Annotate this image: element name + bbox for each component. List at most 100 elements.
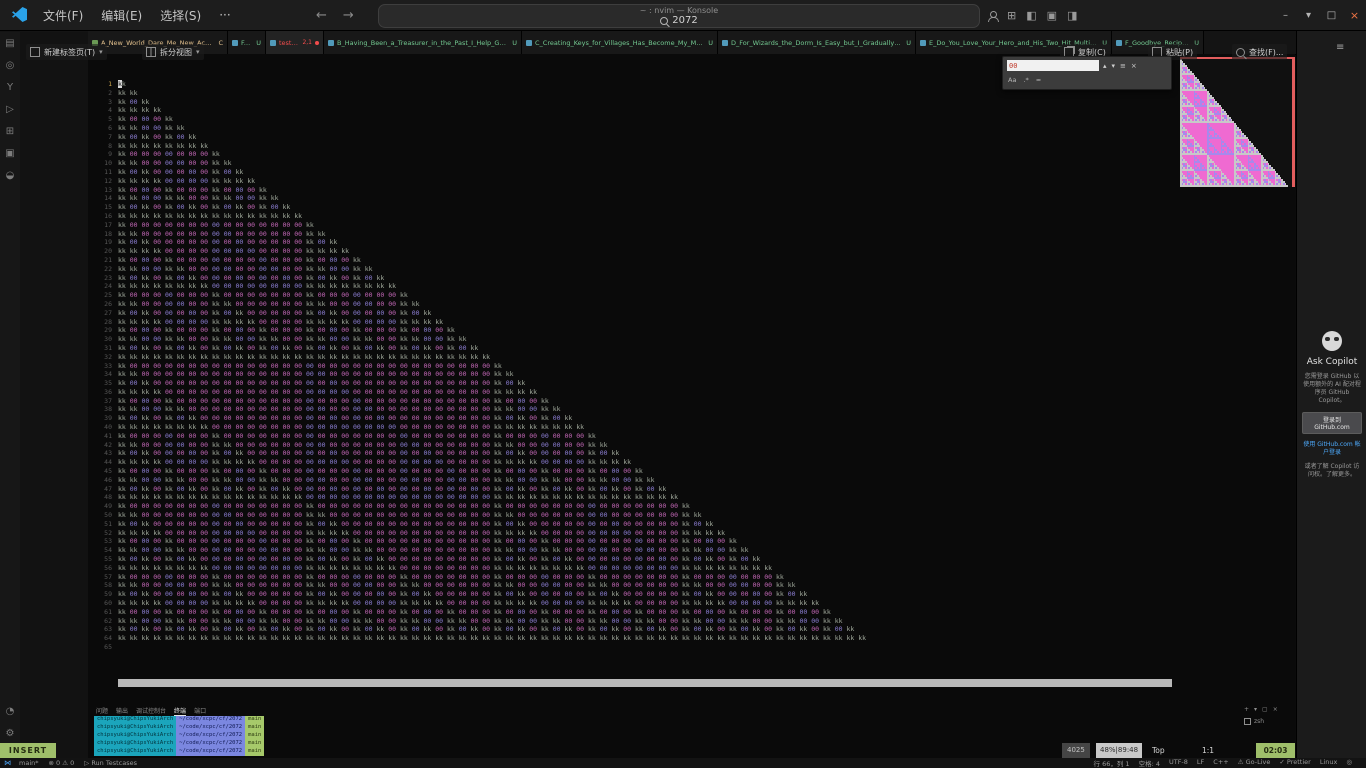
remote-indicator-icon[interactable]: ⋈	[4, 759, 11, 767]
copilot-signin-button[interactable]: 登录到 GitHub.com	[1302, 412, 1362, 434]
terminal-line: 54kk kk 00 00 kk kk 00 00 00 00 00 00 00…	[94, 546, 870, 555]
command-center[interactable]: ~ : nvim — Konsole 2072	[378, 4, 980, 28]
tab-badge: 2,1	[302, 39, 312, 46]
statusbar-item[interactable]: ✓ Prettier	[1279, 758, 1310, 768]
find-next-icon[interactable]: ▾	[1112, 62, 1116, 70]
nav-forward-icon[interactable]: →	[343, 8, 354, 23]
statusbar-item[interactable]: LF	[1197, 758, 1204, 768]
source-control-icon[interactable]: Y	[0, 76, 20, 98]
menu-item[interactable]: 编辑(E)	[92, 4, 151, 27]
find-case-toggle[interactable]: Aa	[1008, 76, 1016, 84]
vim-statusline-bar	[118, 679, 1172, 687]
find-regex-toggle[interactable]: .*	[1023, 76, 1028, 84]
account-icon[interactable]	[988, 11, 997, 20]
terminal-line: 27kk 00 kk 00 00 00 00 00 kk 00 kk 00 00…	[94, 309, 870, 318]
terminal-line: 50kk kk 00 00 00 00 00 00 00 00 00 00 00…	[94, 511, 870, 520]
chat-icon[interactable]: ◒	[0, 164, 20, 186]
toolbar-button-label: 查找(F)...	[1249, 47, 1283, 58]
statusbar-item[interactable]: C++	[1213, 758, 1228, 768]
secondary-sidebar-toggle-icon[interactable]: ◨	[1067, 9, 1077, 22]
menu-item[interactable]: 文件(F)	[34, 4, 92, 27]
panel-action-icon[interactable]: +	[1244, 706, 1249, 713]
find-prev-icon[interactable]: ▴	[1103, 62, 1107, 70]
minimize-button[interactable]: –	[1274, 10, 1297, 21]
editor-tab[interactable]: B_Having_Been_a_Treasurer_in_the_Past_I_…	[324, 31, 522, 54]
bell-icon[interactable]: ◎	[1346, 758, 1352, 768]
panel-tab[interactable]: 终端	[174, 706, 186, 716]
find-highlight-toggle[interactable]: ≈	[1036, 76, 1041, 84]
panel-tab[interactable]: 调试控制台	[136, 706, 166, 716]
run-debug-icon[interactable]: ▷	[0, 98, 20, 120]
restore-button[interactable]: □	[1320, 10, 1343, 21]
terminal-line: 10kk kk 00 00 00 00 00 00 kk kk	[94, 159, 870, 168]
terminal-line: 24kk kk kk kk kk kk kk kk 00 00 00 00 00…	[94, 282, 870, 291]
menu-item[interactable]: 选择(S)	[151, 4, 210, 27]
settings-gear-icon[interactable]: ⚙	[0, 722, 20, 744]
prompt-path: ~/code/xcpc/cf/2072	[176, 724, 245, 731]
panel-toggle-icon[interactable]: ▣	[1047, 9, 1057, 22]
titlebar-more-button[interactable]: ▾	[1297, 10, 1320, 21]
toolbar-button[interactable]: 查找(F)...	[1232, 44, 1287, 60]
prompt-row: chipsyuki@ChipsYukiArch~/code/xcpc/cf/20…	[94, 732, 264, 740]
statusbar-item[interactable]: 行 66，列 1	[1094, 758, 1130, 768]
terminal-list-item[interactable]: zsh	[1244, 718, 1294, 725]
panel-action-icon[interactable]: ▾	[1254, 706, 1257, 713]
statusbar-item[interactable]: 空格: 4	[1139, 758, 1160, 768]
statusbar-item[interactable]: ⊗ 0 ⚠ 0	[49, 759, 75, 767]
editor-tabs: A_New_World_Dare_Me_New_Acronym.cCF.cppU…	[88, 31, 1204, 54]
statusbar-item[interactable]: UTF-8	[1169, 758, 1188, 768]
search-icon[interactable]: ◎	[0, 54, 20, 76]
explorer-icon[interactable]: ▤	[0, 32, 20, 54]
menu-bar: 文件(F)编辑(E)选择(S)···	[34, 0, 240, 30]
statusbar-item[interactable]: main*	[19, 759, 39, 767]
editor-tab[interactable]: C_Creating_Keys_for_Villages_Has_Become_…	[522, 31, 718, 54]
panel-action-icon[interactable]: ▢	[1262, 706, 1268, 713]
file-type-icon	[1116, 40, 1122, 46]
panel-menu-icon[interactable]: ≡	[1336, 42, 1344, 53]
panel-tab[interactable]: 输出	[116, 706, 128, 716]
terminal-line: 63kk 00 kk 00 kk 00 kk 00 kk 00 kk 00 kk…	[94, 625, 870, 634]
statusbar-item[interactable]: ▷ Run Testcases	[84, 759, 137, 767]
close-button[interactable]: ×	[1343, 9, 1366, 22]
editor-tab[interactable]: F.cppU	[228, 31, 266, 54]
vim-mode-indicator: INSERT	[0, 743, 56, 758]
remote-icon[interactable]: ▣	[0, 142, 20, 164]
toolbar-button[interactable]: 拆分视图▾	[142, 44, 204, 60]
copilot-icon	[1322, 331, 1342, 351]
extensions-icon[interactable]: ⊞	[0, 120, 20, 142]
terminal[interactable]: 1kk 2kk kk 3kk 00 kk 4kk kk kk kk 5kk 00…	[88, 54, 1295, 758]
terminal-line: 61kk 00 00 00 kk 00 00 00 kk 00 00 00 kk…	[94, 608, 870, 617]
terminal-line: 3kk 00 kk	[94, 98, 870, 107]
toolbar-button[interactable]: 新建标签页(T)▾	[26, 44, 107, 60]
file-type-icon	[722, 40, 728, 46]
account-icon[interactable]: ◔	[0, 700, 20, 722]
find-input[interactable]	[1007, 60, 1099, 71]
panel-tab[interactable]: 端口	[194, 706, 206, 716]
minimap[interactable]	[1180, 57, 1295, 187]
terminal-line: 65	[94, 643, 870, 652]
terminal-line: 35kk 00 kk 00 00 00 00 00 00 00 00 00 00…	[94, 379, 870, 388]
copilot-title: Ask Copilot	[1302, 357, 1362, 367]
sidebar-toggle-icon[interactable]: ◧	[1026, 9, 1036, 22]
tab-label: B_Having_Been_a_Treasurer_in_the_Past_I_…	[337, 39, 507, 47]
file-type-icon	[232, 40, 238, 46]
panel-tab[interactable]: 问题	[96, 706, 108, 716]
terminal-line: 25kk 00 00 00 00 00 00 00 kk 00 00 00 00…	[94, 291, 870, 300]
editor-tab[interactable]: test.cpp2,1	[266, 31, 324, 54]
menu-item[interactable]: ···	[210, 5, 239, 25]
prompt-branch: main	[245, 732, 264, 739]
nav-back-icon[interactable]: ←	[316, 8, 327, 23]
statusbar-item[interactable]: Linux	[1320, 758, 1338, 768]
layout-grid-icon[interactable]: ⊞	[1007, 9, 1016, 22]
editor-tab[interactable]: D_For_Wizards_the_Dorm_Is_Easy_but_I_Gra…	[718, 31, 916, 54]
prompt-path: ~/code/xcpc/cf/2072	[176, 732, 245, 739]
copilot-signin-link[interactable]: 使用 GitHub.com 帐户登录	[1302, 441, 1362, 457]
statusbar-item[interactable]: ⚠ Go-Live	[1238, 758, 1271, 768]
find-close-icon[interactable]: ×	[1131, 62, 1137, 70]
git-status-badge: U	[512, 39, 517, 47]
panel-action-icon[interactable]: ×	[1273, 706, 1278, 713]
statusline-seg-b: 48%|89:48	[1096, 743, 1142, 758]
find-options-icon[interactable]: ≡	[1120, 62, 1126, 70]
terminal-line: 6kk kk 00 00 kk kk	[94, 124, 870, 133]
terminal-list-label: zsh	[1254, 718, 1264, 725]
